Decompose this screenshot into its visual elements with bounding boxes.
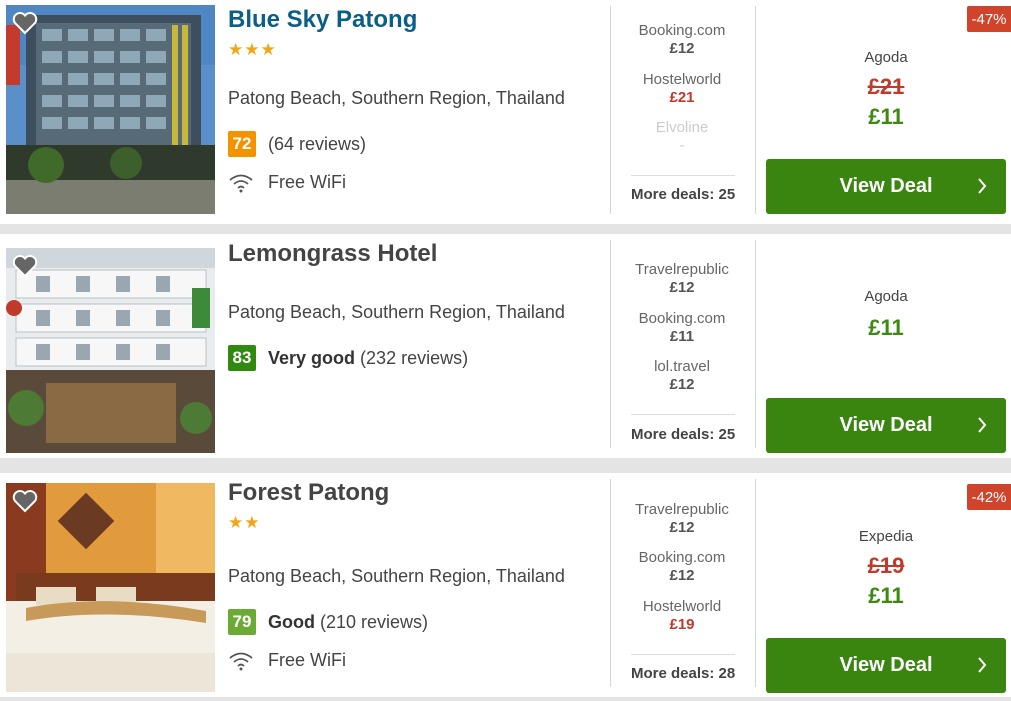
review-rating: 79 Good (210 reviews)	[228, 609, 428, 635]
best-deal-provider: Agoda	[864, 288, 908, 305]
rating-label: Very good	[268, 347, 356, 368]
deal-provider: Booking.com	[638, 22, 726, 39]
divider	[610, 6, 611, 214]
old-price: £19	[867, 553, 905, 578]
deal-price: £12	[669, 40, 695, 57]
hotel-card: Blue Sky Patong ★★★ Patong Beach, Southe…	[0, 0, 1011, 224]
review-summary[interactable]: Good (210 reviews)	[268, 612, 428, 633]
deal-item[interactable]: Hostelworld £19	[626, 598, 738, 634]
star-rating: ★★	[228, 513, 261, 532]
more-deals-link[interactable]: More deals: 25	[631, 426, 735, 443]
deal-provider: Travelrepublic	[635, 261, 729, 278]
deal-item[interactable]: Travelrepublic £12	[626, 261, 738, 297]
divider	[755, 479, 756, 687]
heart-icon[interactable]	[12, 489, 38, 513]
chevron-right-icon	[978, 178, 987, 194]
deal-provider: lol.travel	[654, 358, 710, 375]
deal-item[interactable]: Booking.com £11	[626, 310, 738, 346]
heart-icon[interactable]	[12, 254, 38, 278]
deal-item[interactable]: Hostelworld £21	[626, 71, 738, 107]
hotel-card: Lemongrass Hotel Patong Beach, Southern …	[0, 234, 1011, 458]
hotel-name[interactable]: Lemongrass Hotel	[228, 240, 437, 268]
deal-provider: Hostelworld	[642, 598, 722, 615]
deal-price: £12	[669, 567, 695, 584]
hotel-location: Patong Beach, Southern Region, Thailand	[228, 566, 565, 586]
more-deals-link[interactable]: More deals: 25	[631, 186, 735, 203]
review-rating: 72 (64 reviews)	[228, 131, 366, 157]
review-score: 79	[228, 609, 256, 635]
view-deal-button[interactable]: View Deal	[766, 398, 1006, 453]
deal-price: £12	[669, 279, 695, 296]
review-score: 83	[228, 345, 256, 371]
rating-label: Good	[268, 611, 315, 632]
divider	[755, 240, 756, 448]
best-price: £11	[868, 583, 904, 608]
hotel-photo[interactable]	[6, 483, 215, 692]
hotel-name[interactable]: Forest Patong	[228, 479, 389, 507]
deal-item[interactable]: Travelrepublic £12	[626, 501, 738, 537]
chevron-right-icon	[978, 417, 987, 433]
deal-provider: Travelrepublic	[635, 501, 729, 518]
review-count[interactable]: (64 reviews)	[268, 134, 366, 155]
best-deal-provider: Agoda	[864, 49, 908, 66]
view-deal-label: View Deal	[839, 654, 933, 676]
divider	[631, 414, 735, 415]
review-count: (232 reviews)	[360, 347, 469, 368]
review-score: 72	[228, 131, 256, 157]
review-rating: 83 Very good (232 reviews)	[228, 345, 468, 371]
deal-item[interactable]: lol.travel £12	[626, 358, 738, 394]
view-deal-label: View Deal	[839, 414, 933, 436]
best-deal-provider: Expedia	[858, 528, 914, 545]
hotel-location: Patong Beach, Southern Region, Thailand	[228, 88, 565, 108]
deal-price: £19	[669, 616, 695, 633]
deal-price: £12	[669, 519, 695, 536]
star-rating: ★★★	[228, 40, 277, 59]
hotel-photo[interactable]	[6, 248, 215, 453]
deal-price: £12	[669, 376, 695, 393]
heart-icon[interactable]	[12, 11, 38, 35]
discount-badge: -42%	[967, 484, 1011, 510]
deal-price: £11	[669, 328, 695, 345]
amenity-label: Free WiFi	[268, 172, 346, 192]
divider	[631, 654, 735, 655]
hotel-photo[interactable]	[6, 5, 215, 214]
best-price: £11	[868, 104, 904, 129]
deal-provider: Booking.com	[638, 549, 726, 566]
deal-provider: Hostelworld	[642, 71, 722, 88]
more-deals-link[interactable]: More deals: 28	[631, 665, 735, 682]
amenity-label: Free WiFi	[268, 650, 346, 670]
view-deal-button[interactable]: View Deal	[766, 159, 1006, 214]
wifi-icon	[229, 652, 253, 670]
discount-badge: -47%	[967, 6, 1011, 32]
best-price: £11	[868, 315, 904, 340]
deal-item[interactable]: Booking.com £12	[626, 22, 738, 58]
old-price: £21	[867, 74, 905, 99]
hotel-location: Patong Beach, Southern Region, Thailand	[228, 302, 565, 322]
view-deal-button[interactable]: View Deal	[766, 638, 1006, 693]
hotel-name[interactable]: Blue Sky Patong	[228, 6, 417, 34]
review-summary[interactable]: Very good (232 reviews)	[268, 348, 468, 369]
view-deal-label: View Deal	[839, 175, 933, 197]
chevron-right-icon	[978, 657, 987, 673]
deal-item[interactable]: Booking.com £12	[626, 549, 738, 585]
divider	[755, 6, 756, 214]
wifi-icon	[229, 174, 253, 192]
amenity: Free WiFi	[228, 172, 346, 193]
amenity: Free WiFi	[228, 650, 346, 671]
divider	[610, 479, 611, 687]
divider	[610, 240, 611, 448]
deal-provider: Booking.com	[638, 310, 726, 327]
review-count: (210 reviews)	[320, 611, 429, 632]
divider	[631, 175, 735, 176]
deal-item: Elvoline -	[626, 119, 738, 155]
hotel-card: Forest Patong ★★ Patong Beach, Southern …	[0, 473, 1011, 697]
deal-price: £21	[669, 89, 695, 106]
deal-provider: Elvoline	[655, 119, 709, 136]
deal-price: -	[679, 137, 685, 154]
